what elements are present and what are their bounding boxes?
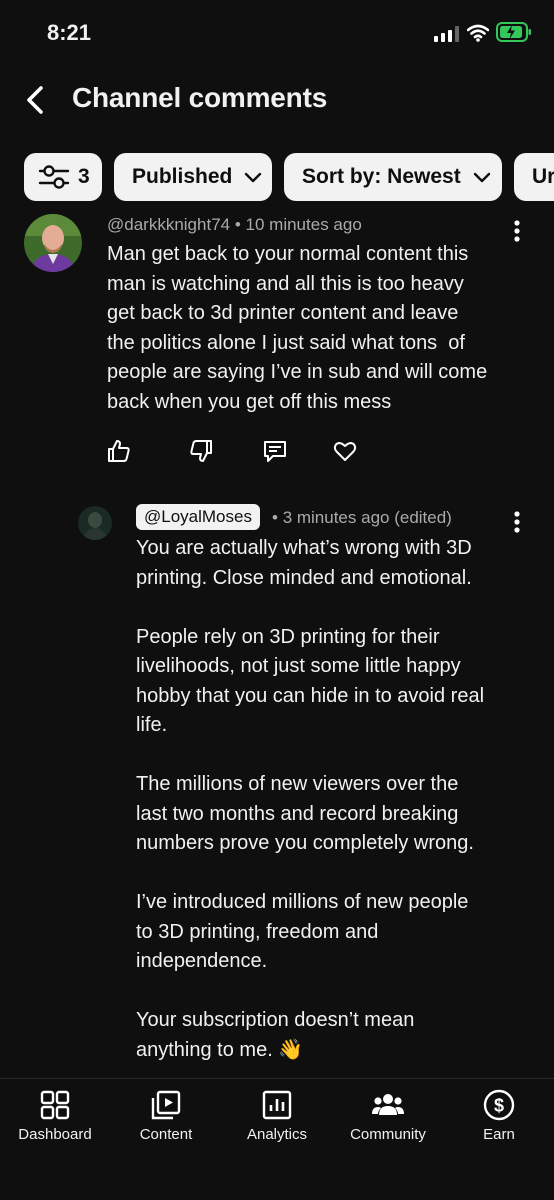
unanswered-chip[interactable]: Ur [514, 153, 554, 201]
thumb-up-icon[interactable] [106, 438, 132, 464]
analytics-icon [262, 1090, 292, 1120]
dashboard-icon [40, 1090, 70, 1120]
filter-button[interactable]: 3 [24, 153, 102, 201]
bottom-navigation: Dashboard Content Analytics Community $ … [0, 1078, 554, 1200]
avatar[interactable] [78, 506, 112, 540]
reply-author[interactable]: @LoyalMoses [136, 504, 260, 530]
chevron-down-icon [245, 172, 262, 183]
nav-earn[interactable]: $ Earn [444, 1079, 554, 1159]
published-label: Published [132, 165, 233, 188]
status-time: 8:21 [47, 20, 92, 45]
nav-label: Community [350, 1126, 426, 1143]
back-arrow-icon[interactable] [18, 82, 54, 118]
comment-actions [106, 438, 386, 466]
nav-label: Content [139, 1126, 193, 1143]
comment-text: Man get back to your normal content this… [107, 243, 488, 413]
unanswered-label: Ur [532, 165, 554, 188]
comment-author[interactable]: @darkkknight74 [107, 215, 230, 234]
sort-label: Sort by: Newest [302, 165, 461, 188]
comment-age: 10 minutes ago [245, 215, 362, 234]
nav-community[interactable]: Community [333, 1079, 443, 1159]
status-bar: 8:21 [0, 0, 554, 68]
signal-icon [434, 26, 459, 42]
thumb-down-icon[interactable] [188, 438, 214, 464]
earn-dollar-icon: $ [483, 1089, 515, 1121]
reply-meta: • 3 minutes ago (edited) [272, 508, 452, 528]
content-icon [151, 1090, 181, 1120]
filter-chip-bar: 3 Published Sort by: Newest Ur [0, 153, 554, 201]
community-icon [372, 1094, 404, 1115]
nav-content[interactable]: Content [111, 1079, 221, 1159]
page-title: Channel comments [72, 82, 328, 113]
nav-analytics[interactable]: Analytics [222, 1079, 332, 1159]
wifi-icon [467, 24, 489, 42]
published-dropdown[interactable]: Published [114, 153, 272, 201]
nav-label: Earn [483, 1126, 515, 1143]
sort-dropdown[interactable]: Sort by: Newest [284, 153, 502, 201]
nav-dashboard[interactable]: Dashboard [0, 1079, 110, 1159]
more-vert-icon[interactable] [507, 508, 527, 536]
reply-age: 3 minutes ago (edited) [282, 508, 452, 527]
reply-icon[interactable] [262, 438, 288, 464]
meta-separator: • [234, 215, 246, 234]
chevron-down-icon [473, 172, 490, 183]
heart-icon[interactable] [332, 438, 358, 464]
comment-meta: @darkkknight74 • 10 minutes ago [107, 215, 362, 235]
battery-icon [496, 22, 531, 42]
svg-text:$: $ [494, 1096, 504, 1116]
app-header: Channel comments [0, 68, 554, 132]
avatar[interactable] [24, 214, 82, 272]
reply-text: You are actually what’s wrong with 3D pr… [136, 537, 485, 1061]
filter-sliders-icon [38, 165, 70, 189]
nav-label: Dashboard [18, 1126, 92, 1143]
nav-label: Analytics [246, 1126, 308, 1143]
meta-separator: • [272, 508, 283, 527]
filter-count: 3 [78, 165, 90, 188]
